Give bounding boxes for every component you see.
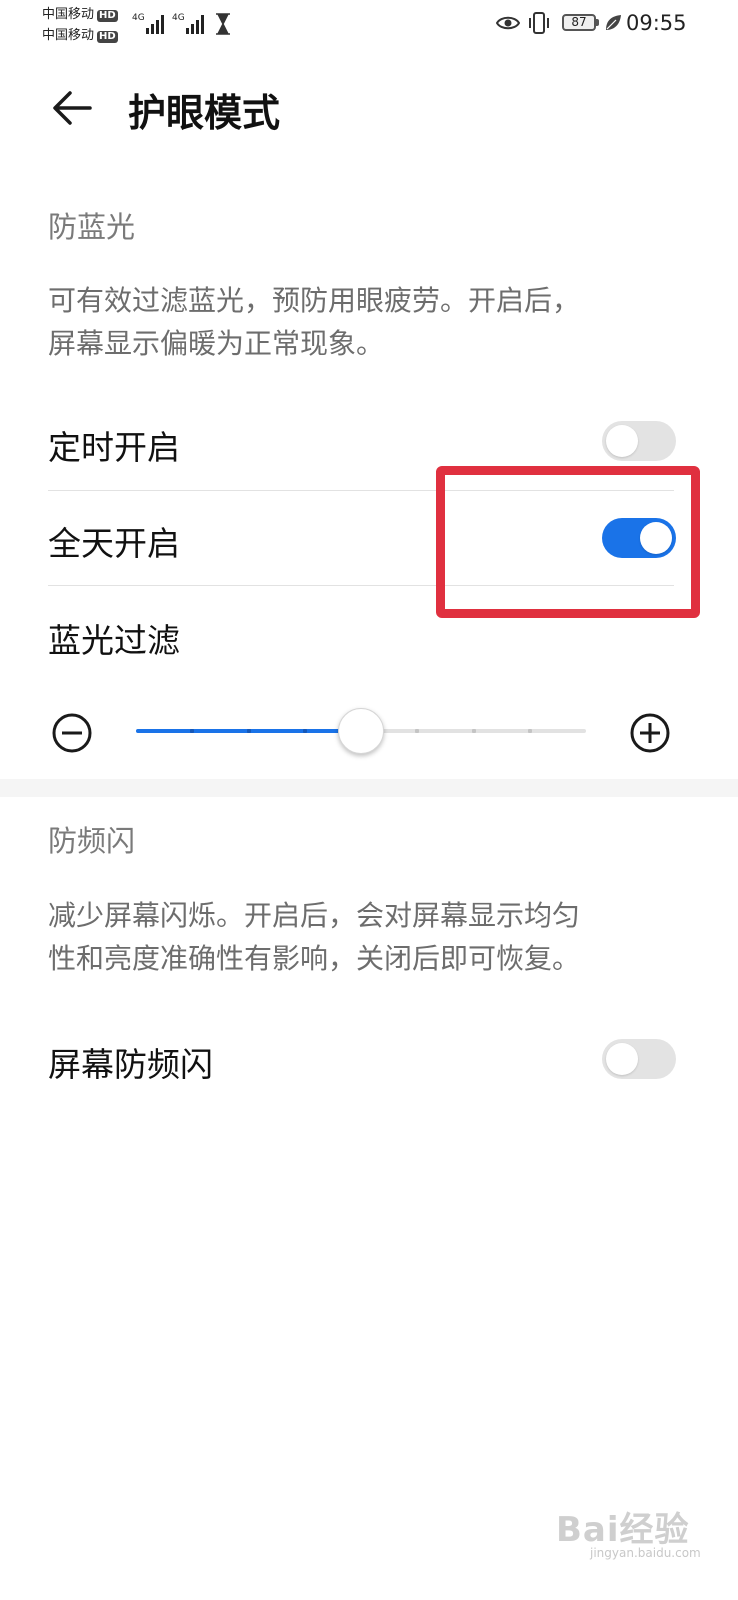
section-title-blue-light: 防蓝光 xyxy=(48,210,136,244)
highlight-box xyxy=(436,466,700,618)
page-title: 护眼模式 xyxy=(128,91,281,135)
plus-circle-icon[interactable] xyxy=(628,711,672,759)
all-day-label: 全天开启 xyxy=(48,524,180,563)
blue-filter-slider[interactable] xyxy=(136,708,586,754)
status-time: 09:55 xyxy=(626,11,687,35)
hourglass-icon xyxy=(214,13,232,39)
slider-tick xyxy=(472,729,476,733)
status-carrier-2: 中国移动 HD xyxy=(42,28,118,43)
screen-flicker-label: 屏幕防频闪 xyxy=(48,1045,213,1084)
watermark-url: jingyan.baidu.com xyxy=(590,1546,701,1560)
scheduled-label: 定时开启 xyxy=(48,428,180,467)
section-separator xyxy=(0,779,738,797)
hd-badge: HD xyxy=(97,10,118,22)
battery-icon: 87 xyxy=(562,14,599,31)
leaf-icon xyxy=(604,14,622,36)
scheduled-toggle[interactable] xyxy=(602,421,676,461)
slider-tick xyxy=(303,729,307,733)
signal-icon: 4G xyxy=(172,10,208,40)
blue-light-description: 可有效过滤蓝光，预防用眼疲劳。开启后， 屏幕显示偏暖为正常现象。 xyxy=(48,284,581,360)
status-carrier-1: 中国移动 HD xyxy=(42,7,118,22)
network-label: 4G xyxy=(172,13,185,23)
slider-tick xyxy=(528,729,532,733)
screen-flicker-toggle[interactable] xyxy=(602,1039,676,1079)
watermark-logo: Bai经验 xyxy=(556,1510,690,1550)
eye-icon xyxy=(495,14,521,36)
vibrate-icon xyxy=(527,11,551,39)
network-label: 4G xyxy=(132,13,145,23)
signal-icon: 4G xyxy=(132,10,168,40)
flicker-description: 减少屏幕闪烁。开启后，会对屏幕显示均匀 性和亮度准确性有影响，关闭后即可恢复。 xyxy=(48,899,581,975)
slider-tick xyxy=(190,729,194,733)
slider-thumb[interactable] xyxy=(338,708,384,754)
back-arrow-icon[interactable] xyxy=(48,84,96,132)
battery-level: 87 xyxy=(562,14,596,31)
minus-circle-icon[interactable] xyxy=(50,711,94,759)
slider-tick xyxy=(415,729,419,733)
hd-badge: HD xyxy=(97,31,118,43)
slider-tick xyxy=(247,729,251,733)
blue-filter-label: 蓝光过滤 xyxy=(48,621,180,660)
section-title-flicker: 防频闪 xyxy=(48,824,136,858)
